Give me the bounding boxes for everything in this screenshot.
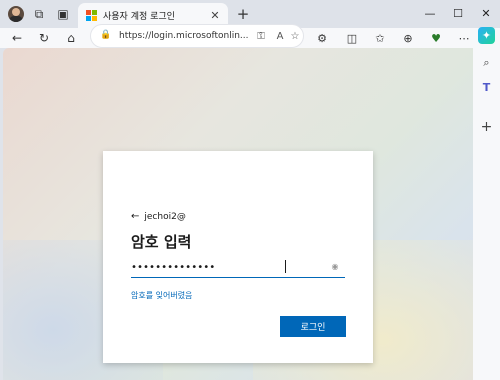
collections-icon[interactable]: ⊕ xyxy=(399,29,417,47)
profile-avatar[interactable] xyxy=(8,6,24,22)
tab-title: 사용자 계정 로그인 xyxy=(103,12,175,22)
more-icon[interactable]: ⋯ xyxy=(455,29,473,47)
account-row[interactable]: ← jechoi2@ xyxy=(131,211,186,222)
microsoft-logo-icon xyxy=(86,10,97,21)
minimize-button[interactable]: — xyxy=(420,4,440,22)
address-bar[interactable]: 🔒 https://login.microsoftonlin... ⚿ A ☆ xyxy=(90,24,304,48)
new-tab-button[interactable]: + xyxy=(234,5,252,23)
read-aloud-icon[interactable]: A xyxy=(273,29,287,43)
password-field[interactable] xyxy=(131,258,345,278)
teams-icon[interactable]: T xyxy=(478,79,495,96)
back-arrow-icon[interactable]: ← xyxy=(131,211,139,222)
account-email: jechoi2@ xyxy=(144,211,186,222)
performance-icon[interactable]: ♥ xyxy=(427,29,445,47)
workspaces-icon[interactable]: ⧉ xyxy=(30,5,48,23)
address-url[interactable]: https://login.microsoftonlin... xyxy=(119,31,249,41)
signin-card: ← jechoi2@ 암호 입력 ◉ 암호를 잊어버렸음 로그인 xyxy=(103,151,373,363)
copilot-icon[interactable]: ✦ xyxy=(478,27,495,44)
page-title: 암호 입력 xyxy=(131,233,192,251)
forgot-password-link[interactable]: 암호를 잊어버렸음 xyxy=(131,290,192,301)
reveal-password-icon[interactable]: ◉ xyxy=(328,261,342,271)
extensions-icon[interactable]: ⚙ xyxy=(313,29,331,47)
favorite-star-icon[interactable]: ☆ xyxy=(288,29,302,43)
back-button[interactable]: ← xyxy=(8,29,26,47)
key-icon[interactable]: ⚿ xyxy=(254,29,268,43)
lock-icon[interactable]: 🔒 xyxy=(100,30,112,42)
refresh-button[interactable]: ↻ xyxy=(35,29,53,47)
maximize-button[interactable]: ☐ xyxy=(448,4,468,22)
search-icon[interactable]: ⌕ xyxy=(478,54,495,71)
favorites-icon[interactable]: ✩ xyxy=(371,29,389,47)
close-window-button[interactable]: ✕ xyxy=(476,4,496,22)
edge-sidebar: ✦ ⌕ T + xyxy=(473,27,500,380)
home-button[interactable]: ⌂ xyxy=(62,29,80,47)
text-caret xyxy=(285,260,286,273)
tab-close-icon[interactable]: ✕ xyxy=(208,9,222,23)
signin-button[interactable]: 로그인 xyxy=(280,316,346,337)
split-screen-icon[interactable]: ◫ xyxy=(343,29,361,47)
tab-actions-icon[interactable]: ▣ xyxy=(54,5,72,23)
add-icon[interactable]: + xyxy=(478,118,495,135)
